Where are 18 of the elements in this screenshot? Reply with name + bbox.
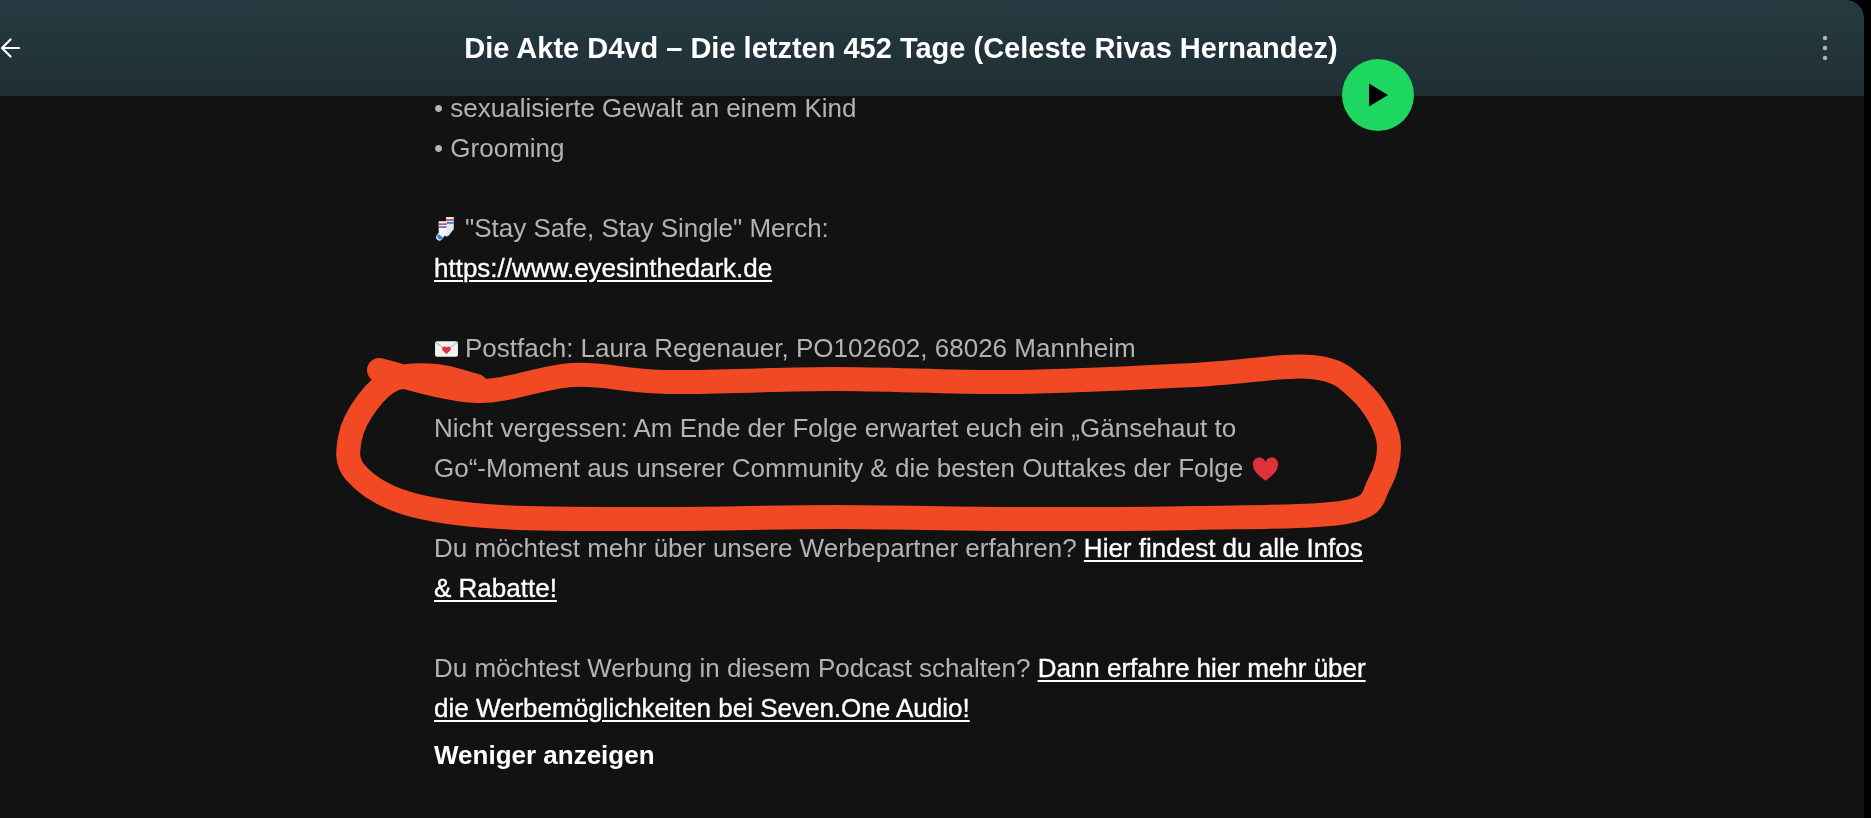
description-text: Du möchtest Werbung in diesem Podcast schalten? <box>434 653 1031 683</box>
episode-title: Die Akte D4vd – Die letzten 452 Tage (Celeste Rivas Hernandez) <box>463 30 1339 66</box>
show-less-button[interactable]: Weniger anzeigen <box>434 735 655 775</box>
description-text: Postfach: Laura Regenauer, PO102602, 68026 Mannheim <box>465 333 1136 363</box>
description-text: • sexualisierte Gewalt an einem Kind <box>434 92 857 125</box>
promo-link[interactable]: Hier findest du alle Infos <box>1083 533 1363 563</box>
description-text: "Stay Safe, Stay Single" Merch: <box>465 213 829 243</box>
description-text: Nicht vergessen: Am Ende der Folge erwartet euch ein „Gänsehaut to Go“-Moment aus unserer Community & die besten Outtakes der Folge <box>434 413 1244 483</box>
promo-link[interactable]: Dann erfahre hier mehr über <box>1037 653 1366 683</box>
description-text: • Grooming <box>434 132 565 165</box>
description-text: Du möchtest mehr über unsere Werbepartner erfahren? <box>434 533 1077 563</box>
promo-link[interactable]: die Werbemöglichkeiten bei Seven.One Audio! <box>434 693 970 723</box>
back-arrow-icon[interactable] <box>0 35 20 61</box>
heart-icon <box>1252 457 1280 482</box>
play-icon <box>1367 82 1389 108</box>
website-link[interactable]: https://www.eyesinthedark.de <box>434 253 773 283</box>
more-options-icon[interactable] <box>1822 35 1828 61</box>
promo-link[interactable]: & Rabatte! <box>434 573 557 603</box>
